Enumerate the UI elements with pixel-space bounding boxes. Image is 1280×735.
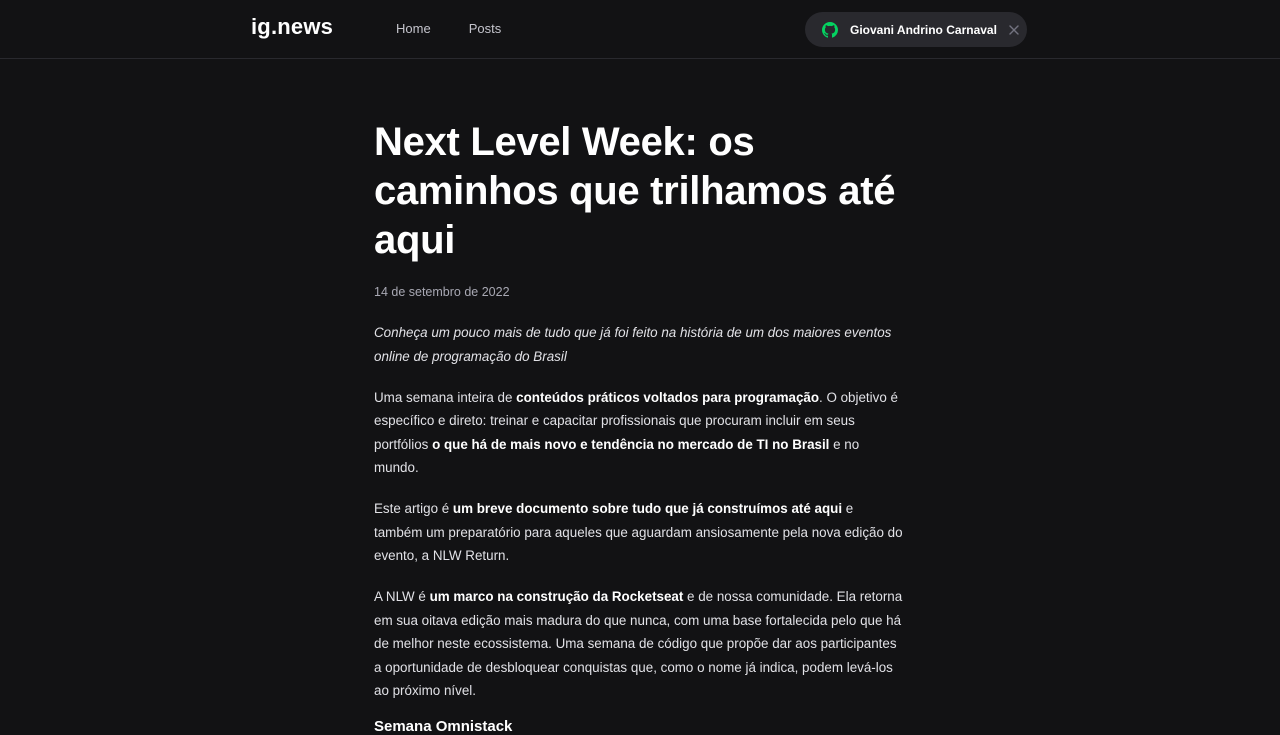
- article-title: Next Level Week: os caminhos que trilham…: [374, 120, 896, 262]
- article-paragraph: Uma semana inteira de conteúdos práticos…: [374, 389, 898, 476]
- github-icon: [822, 21, 838, 38]
- article-lead: Conheça um pouco mais de tudo que já foi…: [374, 325, 892, 364]
- nav-posts-link[interactable]: Posts: [469, 21, 502, 36]
- user-signin-button[interactable]: Giovani Andrino Carnaval: [805, 12, 1027, 47]
- article: Next Level Week: os caminhos que trilham…: [374, 118, 904, 735]
- article-date: 14 de setembro de 2022: [374, 285, 510, 299]
- top-header: ig.news Home Posts Giovani Andrino Carna…: [0, 0, 1280, 59]
- article-paragraph: A NLW é um marco na construção da Rocket…: [374, 589, 903, 698]
- nav-home-link[interactable]: Home: [396, 21, 431, 36]
- bold-text: conteúdos práticos voltados para program…: [516, 389, 820, 405]
- article-content: Conheça um pouco mais de tudo que já foi…: [374, 321, 904, 735]
- close-icon[interactable]: [1009, 24, 1019, 35]
- bold-text: um breve documento sobre tudo que já con…: [452, 501, 843, 516]
- bold-text: um marco na construção da Rocketseat: [429, 589, 684, 604]
- bold-text: o que há de mais novo e tendência no mer…: [432, 436, 830, 452]
- article-paragraph: Este artigo é um breve documento sobre t…: [374, 501, 903, 563]
- article-subheading: Semana Omnistack: [374, 718, 513, 735]
- site-logo[interactable]: ig.news: [251, 14, 333, 40]
- user-name: Giovani Andrino Carnaval: [850, 22, 997, 37]
- main-nav: Home Posts: [396, 21, 539, 36]
